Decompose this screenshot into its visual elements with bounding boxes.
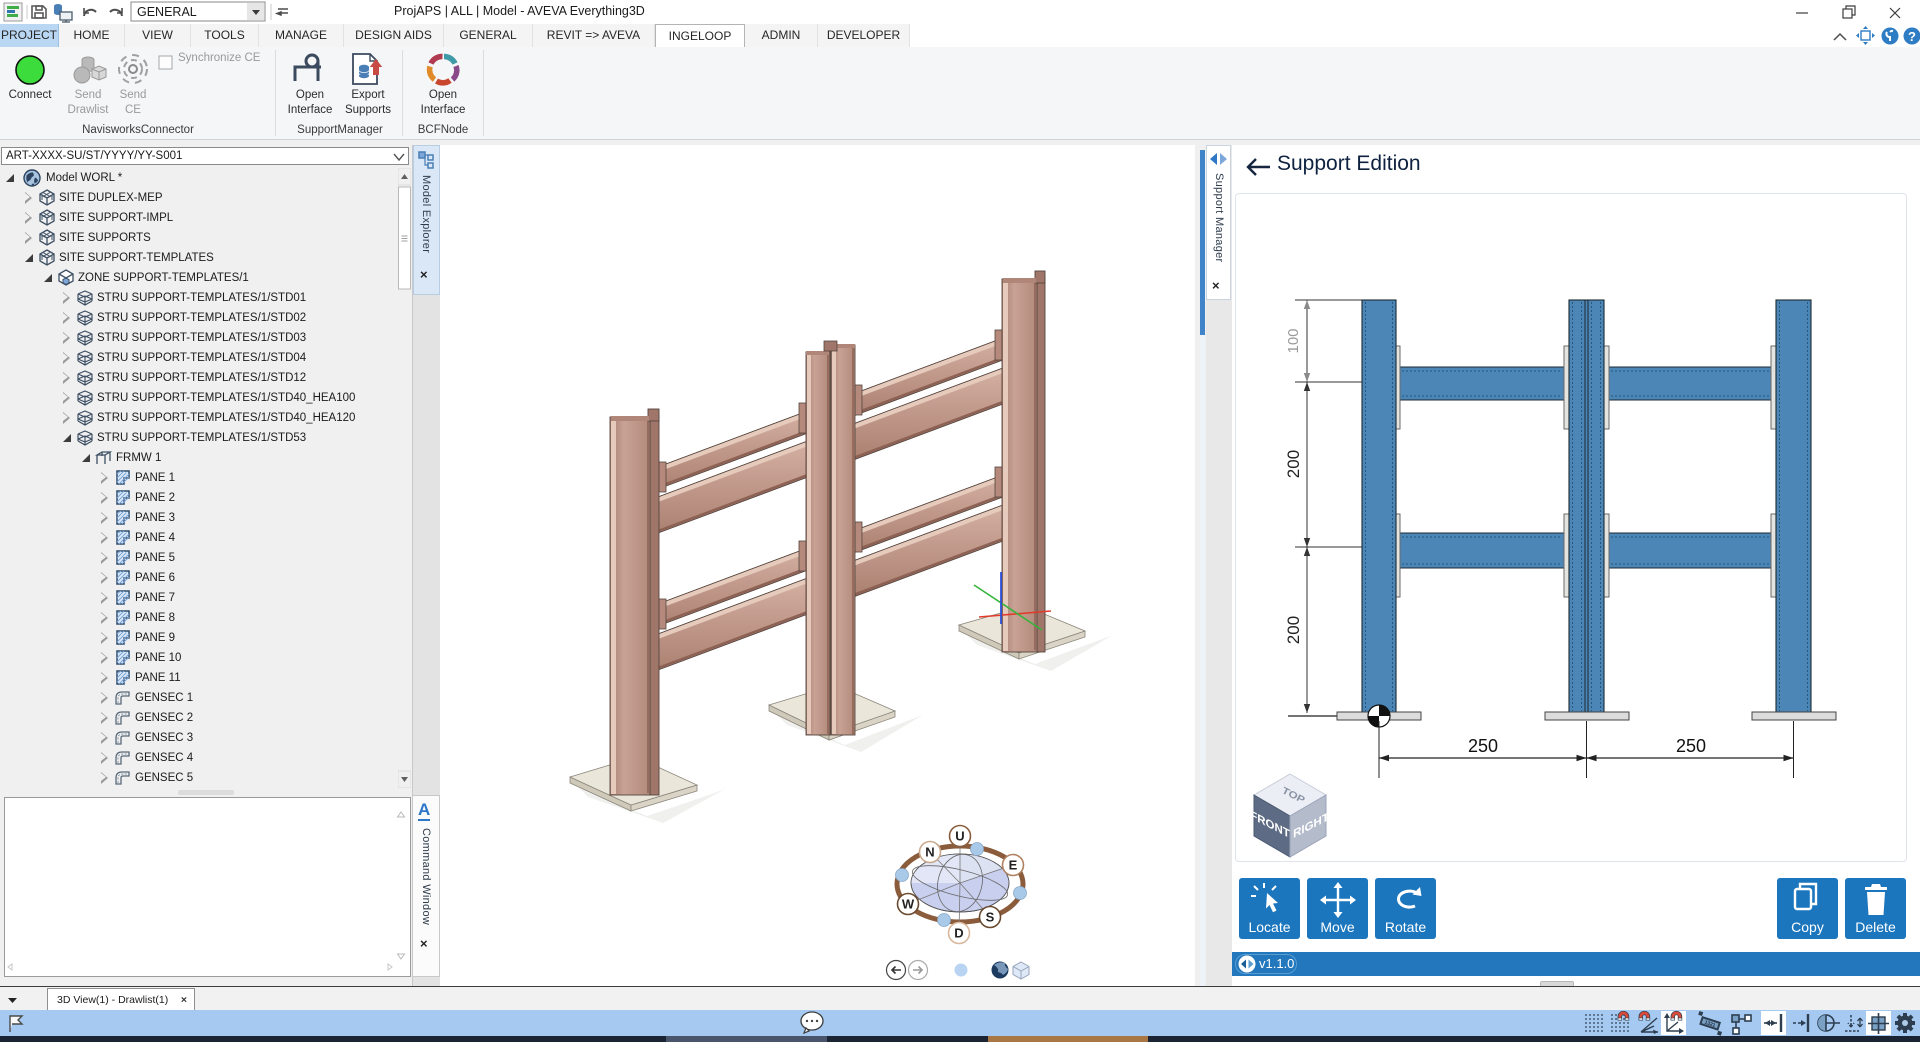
svg-text:E: E [1009,858,1018,873]
svg-text:100: 100 [1285,328,1302,353]
svg-text:?: ? [1908,29,1916,44]
svg-text:U: U [955,829,964,844]
svg-text:200: 200 [1284,450,1303,478]
svg-text:250: 250 [1468,736,1498,756]
svg-text:N: N [925,845,934,860]
svg-text:S: S [986,910,995,925]
svg-text:GENERAL: GENERAL [137,5,197,19]
svg-text:D: D [954,926,963,941]
svg-text:200: 200 [1284,616,1303,644]
svg-text:W: W [902,897,915,912]
svg-text:250: 250 [1676,736,1706,756]
